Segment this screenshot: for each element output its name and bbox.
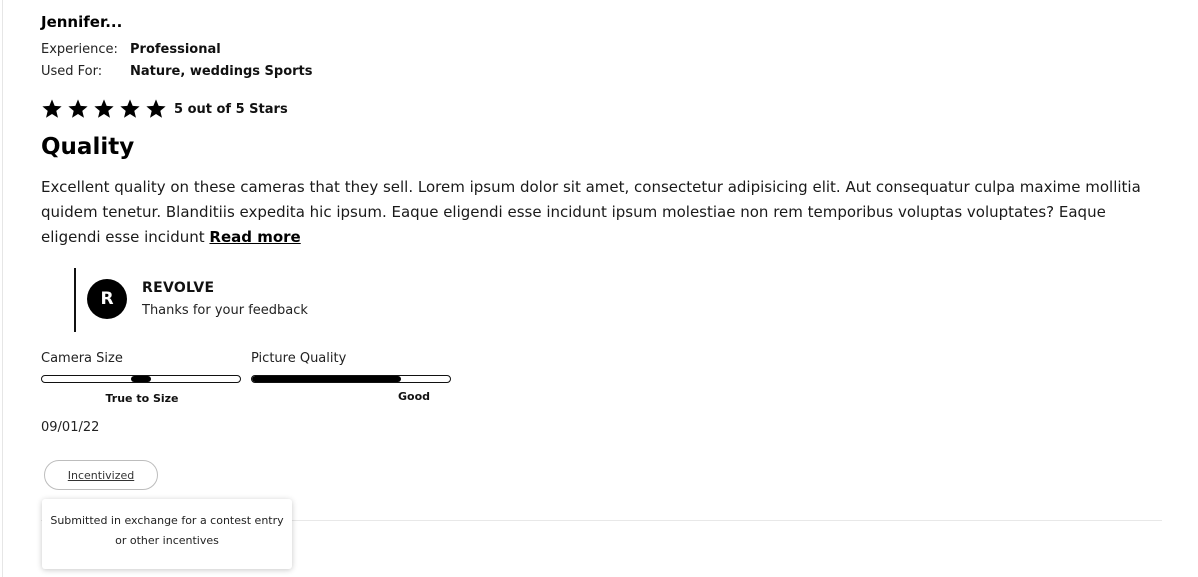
picture-quality-bar [251, 375, 451, 383]
experience-row: Experience: Professional [41, 42, 221, 57]
camera-size-label: Camera Size [41, 351, 123, 366]
incentivized-tooltip: Submitted in exchange for a contest entr… [42, 499, 292, 569]
used-for-row: Used For: Nature, weddings Sports [41, 64, 313, 79]
incentivized-badge[interactable]: Incentivized [44, 460, 158, 490]
star-icon [146, 99, 166, 118]
star-icon [94, 99, 114, 118]
review-title: Quality [41, 134, 135, 160]
picture-quality-caption: Good [397, 390, 431, 403]
used-for-label: Used For: [41, 64, 103, 79]
used-for-value: Nature, weddings Sports [130, 64, 313, 79]
star-rating: 5 out of 5 Stars [41, 98, 288, 120]
star-icon [42, 99, 62, 118]
camera-size-caption: True to Size [105, 392, 179, 405]
camera-size-marker [131, 376, 151, 382]
reply-author: REVOLVE [142, 280, 215, 296]
review-date: 09/01/22 [41, 420, 100, 435]
star-icon [68, 99, 88, 118]
rating-text: 5 out of 5 Stars [174, 101, 288, 117]
picture-quality-label: Picture Quality [251, 351, 347, 366]
reply-text: Thanks for your feedback [142, 303, 308, 318]
experience-value: Professional [130, 42, 221, 57]
experience-label: Experience: [41, 42, 118, 57]
star-icon [120, 99, 140, 118]
brand-reply: R REVOLVE Thanks for your feedback [74, 268, 476, 332]
picture-quality-fill [252, 376, 401, 382]
camera-size-bar [41, 375, 241, 383]
left-border [2, 0, 3, 577]
read-more-link[interactable]: Read more [209, 228, 300, 246]
review-body-text: Excellent quality on these cameras that … [41, 178, 1141, 246]
avatar: R [87, 279, 127, 319]
reviewer-name: Jennifer... [41, 13, 123, 31]
review-body: Excellent quality on these cameras that … [41, 175, 1156, 250]
